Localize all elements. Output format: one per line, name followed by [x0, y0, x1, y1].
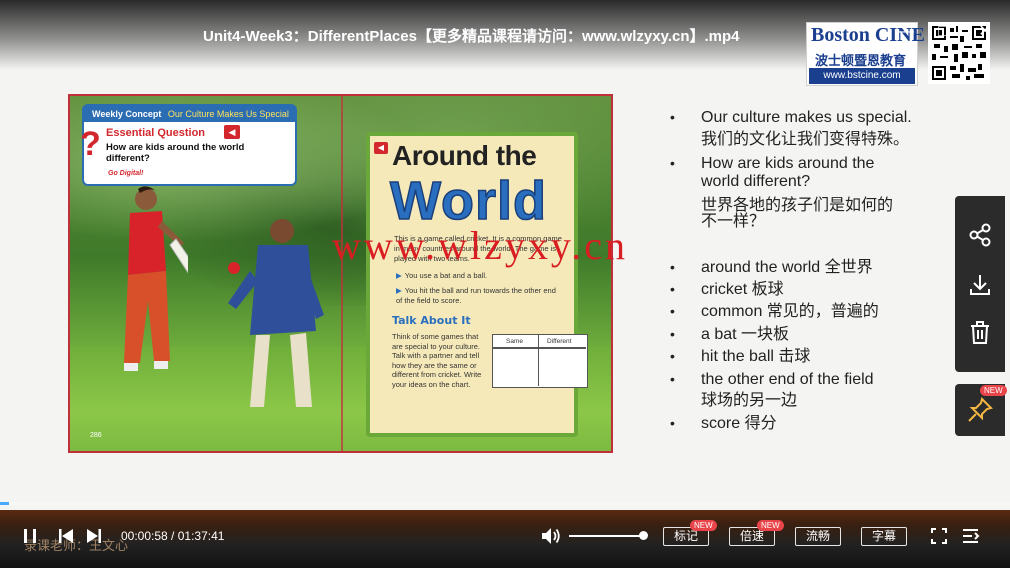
- pin-icon[interactable]: [965, 395, 995, 425]
- bullet-dot: •: [670, 259, 675, 275]
- weekly-concept-label: Weekly Concept: [92, 109, 162, 119]
- speaker-icon: ◀: [224, 125, 240, 139]
- volume-slider-track[interactable]: [569, 535, 642, 537]
- bullet-dot: •: [670, 348, 675, 364]
- side-toolbar: [955, 196, 1005, 372]
- boy-with-bat-figure: [124, 186, 188, 371]
- triangle-bullet-icon: ▶: [396, 286, 402, 295]
- question-mark-icon: ?: [80, 125, 101, 163]
- panel-bullet-2: ▶ You hit the ball and run towards the ot…: [396, 286, 558, 305]
- logo-cn: 波士顿暨恩教育: [815, 53, 907, 68]
- video-player[interactable]: Weekly Concept Our Culture Makes Us Spec…: [0, 0, 1010, 568]
- time-separator: /: [167, 529, 178, 543]
- chart-header-line: [493, 347, 586, 349]
- man-catcher-figure: [228, 219, 324, 407]
- bullet-dot: •: [670, 326, 675, 342]
- download-icon[interactable]: [965, 270, 995, 300]
- note-text: score 得分: [701, 415, 777, 432]
- go-digital-label: Go Digital!: [108, 170, 144, 177]
- maximize-button[interactable]: □: [933, 22, 953, 42]
- new-badge: NEW: [690, 520, 717, 531]
- volume-slider-knob[interactable]: [639, 531, 648, 540]
- note-text: common 常见的，普遍的: [701, 303, 879, 320]
- progress-fill: [0, 502, 9, 505]
- time-current: 00:00:58: [121, 529, 168, 543]
- delete-icon[interactable]: [965, 318, 995, 348]
- bullet-dot: •: [670, 371, 675, 387]
- note-text: around the world 全世界: [701, 259, 873, 276]
- note-text: a bat 一块板: [701, 326, 790, 343]
- note-text: Our culture makes us special.: [701, 109, 912, 126]
- panel-bullet-1: ▶ You use a bat and a ball.: [396, 271, 566, 280]
- talk-about-it-text: Think of some games that are special to …: [392, 332, 482, 389]
- new-badge: NEW: [757, 520, 784, 531]
- bullet-dot: •: [670, 155, 675, 171]
- note-text: 球场的另一边: [701, 392, 798, 409]
- time-display: 00:00:58 / 01:37:41: [121, 529, 224, 543]
- note-text: 不一样？: [701, 213, 766, 230]
- new-badge: NEW: [980, 385, 1007, 396]
- page-number: 286: [90, 432, 102, 439]
- next-icon[interactable]: [84, 526, 104, 546]
- note-text: How are kids around the: [701, 155, 875, 172]
- site-watermark: www.wlzyxy.cn: [332, 223, 628, 268]
- close-button[interactable]: ✕: [975, 22, 995, 42]
- playlist-icon[interactable]: [961, 526, 981, 546]
- bullet-dot: •: [670, 303, 675, 319]
- around-the-world-panel: ◀ Around the World This is a game called…: [366, 132, 588, 437]
- essential-question-label: Essential Question: [106, 127, 206, 139]
- note-text: hit the ball 击球: [701, 348, 811, 365]
- talk-about-it-heading: Talk About It: [392, 314, 471, 327]
- concept-title: Our Culture Makes Us Special: [167, 109, 289, 119]
- subtitle-button[interactable]: 字幕: [861, 527, 907, 546]
- same-different-chart: Same Different: [492, 334, 588, 388]
- triangle-bullet-icon: ▶: [396, 271, 402, 280]
- minimize-button[interactable]: —: [896, 22, 916, 42]
- note-text: the other end of the field: [701, 371, 874, 388]
- speaker-icon: ◀: [374, 142, 388, 154]
- note-text: cricket 板球: [701, 281, 784, 298]
- volume-icon[interactable]: [540, 526, 562, 546]
- bullet-text: You use a bat and a ball.: [404, 271, 488, 280]
- share-icon[interactable]: [965, 220, 995, 250]
- progress-bar[interactable]: [0, 502, 1010, 505]
- note-text: world different?: [701, 173, 811, 190]
- fullscreen-icon[interactable]: [929, 526, 949, 546]
- bullet-dot: •: [670, 415, 675, 431]
- panel-heading-line1: Around the: [392, 140, 537, 171]
- note-text: 我们的文化让我们变得特殊。: [701, 131, 910, 148]
- chart-header-different: Different: [547, 338, 572, 345]
- play-pause-icon[interactable]: [20, 526, 40, 546]
- video-title: Unit4-Week3：DifferentPlaces【更多精品课程请访问：ww…: [203, 28, 740, 45]
- bullet-dot: •: [670, 281, 675, 297]
- quality-button[interactable]: 流畅: [795, 527, 841, 546]
- chart-header-same: Same: [506, 338, 523, 345]
- textbook-page-image: Weekly Concept Our Culture Makes Us Spec…: [68, 94, 613, 453]
- page-gutter: [341, 96, 343, 451]
- prev-icon[interactable]: [56, 526, 76, 546]
- weekly-concept-box: Weekly Concept Our Culture Makes Us Spec…: [80, 104, 297, 186]
- essential-question-text: How are kids around the world different?: [106, 142, 245, 164]
- weekly-concept-bar: Weekly Concept Our Culture Makes Us Spec…: [84, 106, 295, 122]
- bullet-text: You hit the ball and run towards the oth…: [396, 286, 556, 305]
- logo-url: www.bstcine.com: [809, 68, 915, 84]
- time-total: 01:37:41: [177, 529, 225, 543]
- bullet-dot: •: [670, 109, 675, 125]
